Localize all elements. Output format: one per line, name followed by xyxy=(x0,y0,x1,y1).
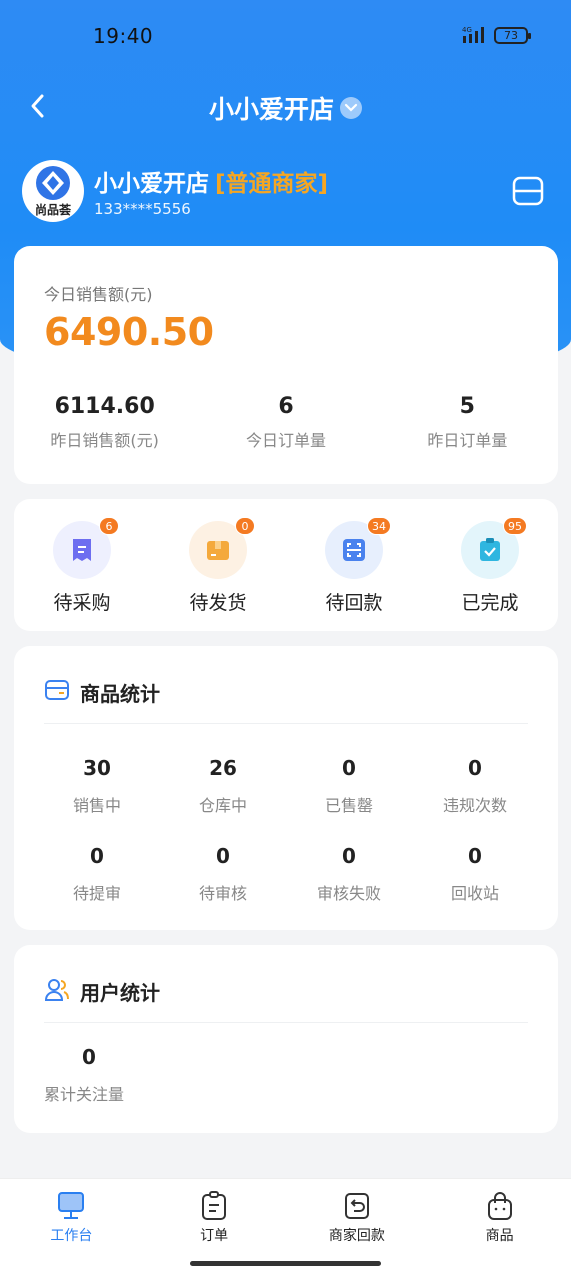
order-pending-payment[interactable]: 34 待回款 xyxy=(286,499,422,631)
chevron-down-icon xyxy=(340,97,362,119)
card-scan-icon[interactable] xyxy=(512,176,544,206)
goods-section-title: 商品统计 xyxy=(80,682,160,706)
order-pending-shipment[interactable]: 0 待发货 xyxy=(150,499,286,631)
tab-workbench[interactable]: 工作台 xyxy=(0,1179,143,1278)
tab-products[interactable]: 商品 xyxy=(428,1179,571,1278)
page-title: 小小爱开店 xyxy=(208,95,334,124)
user-stats-card: 用户统计 0 累计关注量 xyxy=(14,945,558,1133)
stat-label: 已售罄 xyxy=(324,796,373,815)
stat-value: 30 xyxy=(83,756,111,780)
stat-label: 回收站 xyxy=(450,884,499,903)
goods-stat-on-sale[interactable]: 30 销售中 xyxy=(34,756,160,816)
section-divider xyxy=(44,723,528,724)
goods-stat-under-review[interactable]: 0 待审核 xyxy=(160,844,286,904)
stat-value: 6 xyxy=(278,394,294,419)
logo-mark-icon xyxy=(36,166,70,200)
shop-phone: 133****5556 xyxy=(94,200,191,218)
users-followers-stat[interactable]: 0 累计关注量 xyxy=(44,1045,134,1105)
receipt-icon: 6 xyxy=(53,517,119,579)
bag-icon xyxy=(487,1192,512,1220)
sales-card: 今日销售额(元) 6490.50 6114.60 昨日销售额(元) 6 今日订单… xyxy=(14,246,558,484)
stat-value: 26 xyxy=(209,756,237,780)
stat-yesterday-sales: 6114.60 昨日销售额(元) xyxy=(14,394,195,464)
stat-value: 0 xyxy=(90,844,104,868)
stat-label: 今日订单量 xyxy=(245,431,326,450)
tab-label: 订单 xyxy=(200,1228,229,1244)
order-label: 待回款 xyxy=(325,592,383,614)
order-badge: 95 xyxy=(503,517,527,535)
stat-value: 0 xyxy=(216,844,230,868)
stat-value: 0 xyxy=(82,1045,96,1069)
stat-label: 审核失败 xyxy=(316,884,381,903)
goods-stat-violations[interactable]: 0 违规次数 xyxy=(412,756,538,816)
stat-label: 昨日订单量 xyxy=(427,431,508,450)
stat-label: 销售中 xyxy=(72,796,121,815)
stat-label: 昨日销售额(元) xyxy=(50,431,159,450)
goods-stat-sold-out[interactable]: 0 已售罄 xyxy=(286,756,412,816)
stat-value: 6114.60 xyxy=(54,394,155,419)
stat-label: 待提审 xyxy=(72,884,121,903)
users-section-title: 用户统计 xyxy=(80,981,160,1005)
svg-text:4G: 4G xyxy=(462,26,472,34)
monitor-icon xyxy=(58,1192,85,1219)
goods-stat-recycle-bin[interactable]: 0 回收站 xyxy=(412,844,538,904)
shop-name-text: 小小爱开店 xyxy=(94,171,209,197)
tab-label: 工作台 xyxy=(50,1228,93,1244)
order-label: 待采购 xyxy=(53,592,111,614)
stat-value: 0 xyxy=(468,756,482,780)
tab-label: 商家回款 xyxy=(328,1228,385,1244)
shop-switcher[interactable]: 小小爱开店 xyxy=(0,90,571,126)
goods-stat-review-failed[interactable]: 0 审核失败 xyxy=(286,844,412,904)
home-indicator[interactable] xyxy=(190,1261,381,1266)
goods-stats-card: 商品统计 30 销售中 26 仓库中 0 已售罄 0 违规次数 0 待提审 0 待审核 0 审… xyxy=(14,646,558,930)
order-icon xyxy=(202,1191,227,1220)
order-badge: 6 xyxy=(99,517,119,535)
stat-value: 0 xyxy=(342,756,356,780)
signal-icon: 4G xyxy=(462,26,484,43)
order-status-card: 6 待采购 0 待发货 34 待回款 95 已完成 xyxy=(14,499,558,631)
stat-label: 违规次数 xyxy=(442,796,507,815)
stat-label: 待审核 xyxy=(198,884,247,903)
stat-label: 累计关注量 xyxy=(44,1085,125,1104)
merchant-level-badge: [普通商家] xyxy=(215,171,329,197)
nav-bar: 小小爱开店 xyxy=(0,80,571,132)
tab-label: 商品 xyxy=(485,1228,514,1244)
order-badge: 0 xyxy=(235,517,255,535)
status-time: 19:40 xyxy=(93,24,154,48)
scan-icon: 34 xyxy=(325,517,391,579)
battery-icon: 73 xyxy=(494,27,531,44)
logo-text: 尚品荟 xyxy=(34,203,71,217)
stat-value: 5 xyxy=(459,394,475,419)
status-bar: 19:40 4G 73 xyxy=(0,0,571,72)
today-sales-value: 6490.50 xyxy=(44,310,214,354)
order-badge: 34 xyxy=(367,517,391,535)
order-label: 已完成 xyxy=(461,592,519,614)
box-icon: 0 xyxy=(189,517,255,579)
shop-info: 尚品荟 小小爱开店 [普通商家] 133****5556 xyxy=(22,160,552,226)
users-icon xyxy=(44,979,69,1001)
goods-stat-in-warehouse[interactable]: 26 仓库中 xyxy=(160,756,286,816)
stat-yesterday-orders: 5 昨日订单量 xyxy=(377,394,558,464)
shop-logo: 尚品荟 xyxy=(22,160,84,222)
order-completed[interactable]: 95 已完成 xyxy=(422,499,558,631)
refund-icon xyxy=(344,1193,369,1219)
order-label: 待发货 xyxy=(189,592,247,614)
today-sales-label: 今日销售额(元) xyxy=(44,285,153,304)
order-pending-purchase[interactable]: 6 待采购 xyxy=(14,499,150,631)
stat-value: 0 xyxy=(468,844,482,868)
stat-label: 仓库中 xyxy=(198,796,247,815)
shop-name: 小小爱开店 [普通商家] xyxy=(94,164,328,198)
wallet-icon xyxy=(45,680,69,700)
stat-value: 0 xyxy=(342,844,356,868)
section-divider xyxy=(44,1022,528,1023)
stat-today-orders: 6 今日订单量 xyxy=(195,394,376,464)
clipboard-check-icon: 95 xyxy=(461,517,527,579)
goods-stat-to-submit[interactable]: 0 待提审 xyxy=(34,844,160,904)
